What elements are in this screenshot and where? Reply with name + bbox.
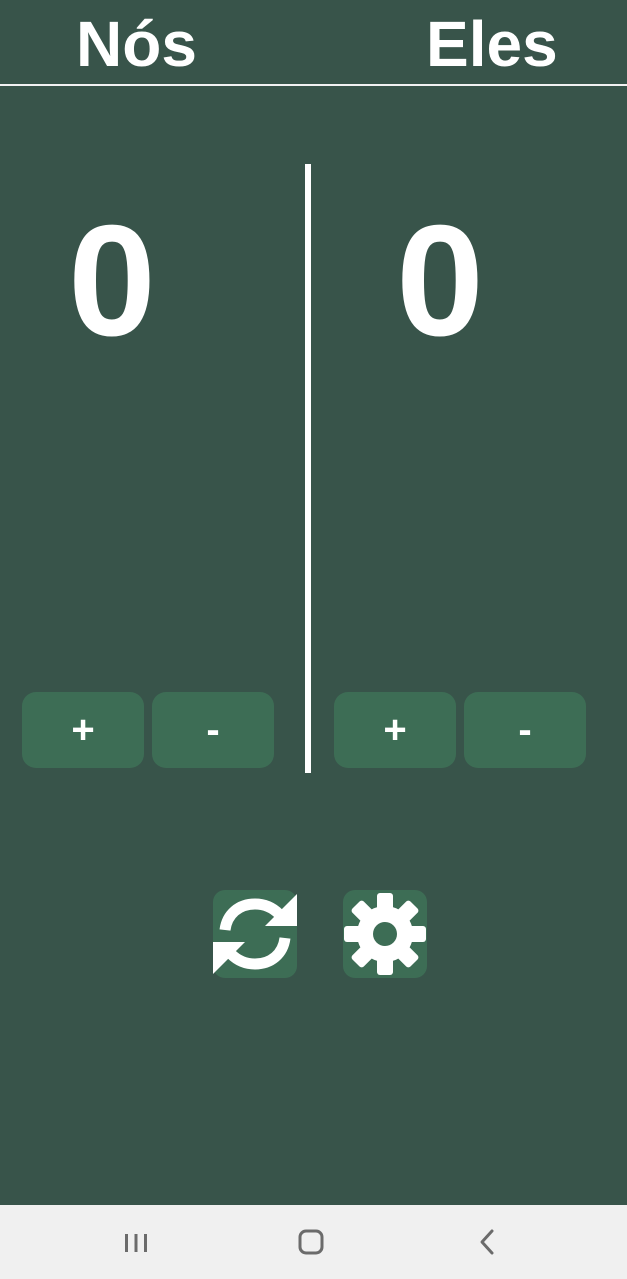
us-increment-button[interactable]: + <box>22 692 144 768</box>
settings-button[interactable] <box>343 890 427 978</box>
recent-apps-icon <box>125 1234 147 1252</box>
refresh-icon <box>213 894 297 974</box>
team-us-title: Nós <box>76 8 197 80</box>
us-decrement-button[interactable]: - <box>152 692 274 768</box>
center-divider <box>305 164 311 773</box>
reset-button[interactable] <box>213 890 297 978</box>
home-icon <box>298 1229 324 1255</box>
system-nav-bar <box>0 1205 627 1279</box>
home-button[interactable] <box>291 1222 331 1262</box>
them-increment-button[interactable]: + <box>334 692 456 768</box>
team-header: Nós Eles <box>0 0 627 86</box>
score-us: 0 <box>68 193 156 369</box>
back-button[interactable] <box>467 1222 507 1262</box>
gear-icon <box>344 893 426 975</box>
scoreboard-app: Nós Eles 0 0 + - + - <box>0 0 627 1279</box>
back-chevron-icon <box>480 1229 494 1255</box>
team-them-title: Eles <box>426 8 558 80</box>
recent-apps-button[interactable] <box>116 1222 156 1262</box>
them-decrement-button[interactable]: - <box>464 692 586 768</box>
score-them: 0 <box>396 193 484 369</box>
